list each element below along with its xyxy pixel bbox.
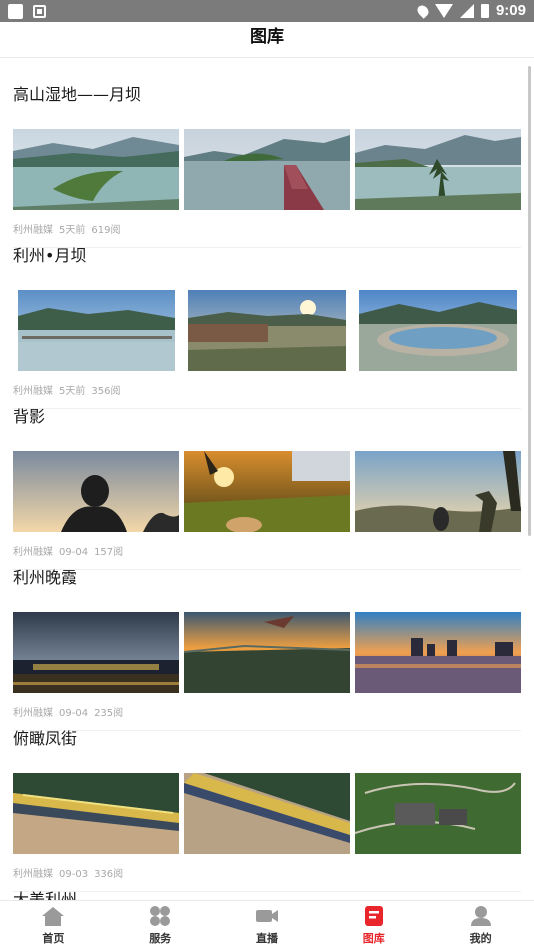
gallery-item[interactable]: 大美利州 (0, 886, 534, 900)
gallery-thumbnail[interactable] (355, 451, 521, 532)
time-label: 09-04 (59, 547, 89, 558)
location-icon (415, 2, 431, 19)
tab-label: 服务 (149, 932, 172, 945)
gallery-item-title[interactable]: 高山湿地——月坝 (13, 81, 141, 105)
gallery-thumbnail[interactable] (13, 129, 179, 210)
status-bar: 9:09 (0, 0, 534, 22)
app-notification-icon (33, 5, 46, 18)
gallery-thumbnail[interactable] (355, 773, 521, 854)
views-label: 619阅 (91, 225, 121, 236)
tab-home[interactable]: 首页 (0, 901, 107, 950)
user-icon (469, 905, 493, 927)
tab-label: 首页 (42, 932, 65, 945)
time-label: 5天前 (59, 386, 86, 397)
signal-icon (459, 3, 474, 18)
gallery-item-title[interactable]: 背影 (13, 403, 45, 427)
gallery-thumbnail[interactable] (18, 290, 175, 371)
gallery-item-meta: 利州融媒 09-04 157阅 (13, 543, 129, 558)
notification-icon (8, 4, 23, 19)
wifi-icon (434, 3, 453, 18)
gallery-item[interactable]: 俯瞰凤街 利州融媒 09-03 336阅 (0, 725, 534, 892)
grid-icon (148, 905, 172, 927)
tab-live[interactable]: 直播 (214, 901, 321, 950)
gallery-item-title[interactable]: 利州•月坝 (13, 242, 86, 266)
gallery-item[interactable]: 利州•月坝 利州融媒 5天前 356阅 (0, 242, 534, 409)
gallery-thumbnail[interactable] (184, 773, 350, 854)
views-label: 235阅 (94, 708, 124, 719)
tab-services[interactable]: 服务 (107, 901, 214, 950)
views-label: 336阅 (94, 869, 124, 880)
tab-label: 图库 (362, 932, 385, 945)
battery-icon (480, 3, 489, 18)
gallery-icon (362, 905, 386, 927)
source-label: 利州融媒 (13, 708, 53, 719)
source-label: 利州融媒 (13, 547, 53, 558)
source-label: 利州融媒 (13, 386, 53, 397)
app-bar: 图库 (0, 22, 534, 58)
gallery-item-meta: 利州融媒 5天前 619阅 (13, 221, 126, 236)
tab-label: 直播 (255, 932, 278, 945)
gallery-item-title[interactable]: 利州晚霞 (13, 564, 77, 588)
tab-profile[interactable]: 我的 (427, 901, 534, 950)
gallery-item-meta: 利州融媒 09-03 336阅 (13, 865, 129, 880)
gallery-list[interactable]: 高山湿地——月坝 利州融媒 5天前 619阅 利州•月坝 利州融媒 5天前 35… (0, 59, 534, 900)
gallery-thumbnail[interactable] (355, 129, 521, 210)
gallery-thumbnail[interactable] (359, 290, 517, 371)
gallery-thumbnail[interactable] (13, 773, 179, 854)
gallery-item-meta: 利州融媒 5天前 356阅 (13, 382, 126, 397)
scrollbar[interactable] (528, 66, 531, 536)
gallery-item[interactable]: 高山湿地——月坝 利州融媒 5天前 619阅 (0, 81, 534, 248)
gallery-thumbnail[interactable] (355, 612, 521, 693)
source-label: 利州融媒 (13, 225, 53, 236)
tab-label: 我的 (469, 932, 492, 945)
page-title: 图库 (250, 27, 284, 47)
gallery-item-title[interactable]: 大美利州 (13, 886, 77, 900)
bottom-tab-bar: 首页 服务 直播 图库 我的 (0, 900, 534, 950)
gallery-thumbnail[interactable] (13, 612, 179, 693)
gallery-item-meta: 利州融媒 09-04 235阅 (13, 704, 129, 719)
source-label: 利州融媒 (13, 869, 53, 880)
time-label: 5天前 (59, 225, 86, 236)
clock: 9:09 (495, 2, 526, 19)
gallery-item[interactable]: 利州晚霞 利州融媒 09-04 235阅 (0, 564, 534, 731)
gallery-thumbnail[interactable] (184, 612, 350, 693)
gallery-thumbnail[interactable] (188, 290, 346, 371)
gallery-item-title[interactable]: 俯瞰凤街 (13, 725, 77, 749)
gallery-thumbnail[interactable] (184, 451, 350, 532)
gallery-thumbnail[interactable] (13, 451, 179, 532)
gallery-thumbnail[interactable] (184, 129, 350, 210)
views-label: 157阅 (94, 547, 124, 558)
time-label: 09-03 (59, 869, 89, 880)
video-camera-icon (255, 905, 279, 927)
time-label: 09-04 (59, 708, 89, 719)
gallery-item[interactable]: 背影 利州融媒 09-04 157阅 (0, 403, 534, 570)
home-icon (41, 905, 65, 927)
views-label: 356阅 (91, 386, 121, 397)
tab-gallery[interactable]: 图库 (320, 901, 427, 950)
